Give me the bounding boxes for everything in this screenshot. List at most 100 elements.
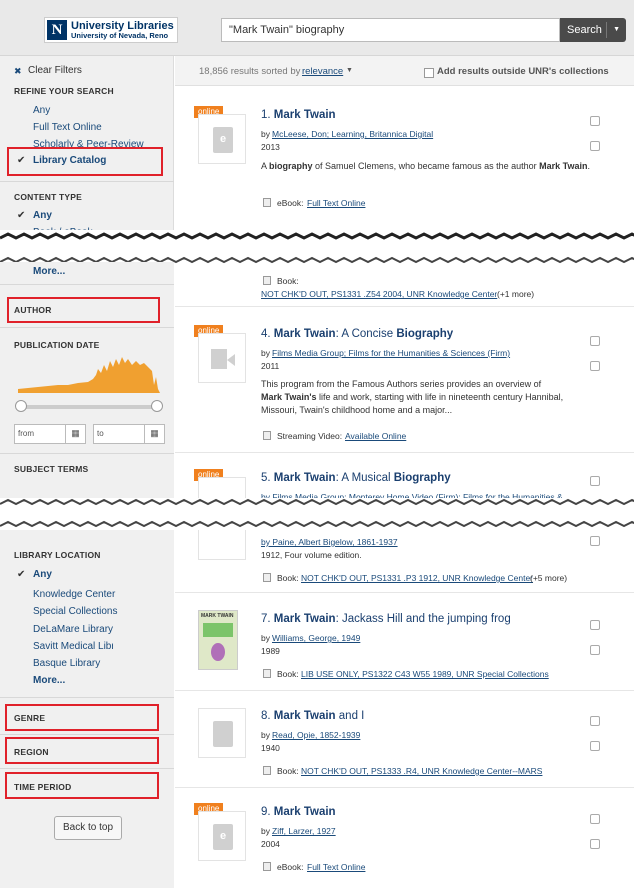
search-button[interactable]: Search ▼: [560, 18, 626, 42]
holding-link[interactable]: NOT CHK'D OUT, PS1333 .R4, UNR Knowledge…: [301, 766, 542, 776]
location-basque[interactable]: Basque Library: [33, 658, 100, 669]
format-label: eBook:: [277, 198, 304, 208]
result-description-line-1: This program from the Famous Authors ser…: [261, 379, 542, 389]
to-date-placeholder: to: [97, 429, 104, 438]
result-divider: [175, 787, 634, 788]
ebook-cover[interactable]: e: [198, 811, 246, 861]
preview-icon[interactable]: [590, 116, 600, 126]
result-authors[interactable]: Williams, George, 1949: [272, 633, 360, 643]
location-any[interactable]: Any: [33, 569, 52, 580]
clear-filters-icon[interactable]: ✖: [14, 66, 22, 77]
cover-title: MARK TWAIN: [201, 613, 234, 619]
divider: [0, 734, 174, 735]
result-authors[interactable]: McLeese, Don; Learning, Britannica Digit…: [272, 129, 433, 139]
location-delamare[interactable]: DeLaMare Library: [33, 624, 113, 635]
result-description-line-3: Missouri, Twain's childhood home and a m…: [261, 405, 453, 415]
book-cover-image[interactable]: MARK TWAIN: [198, 610, 238, 670]
result-by-label: by: [261, 633, 270, 643]
video-cover[interactable]: [198, 333, 246, 383]
search-input[interactable]: "Mark Twain" biography: [221, 18, 560, 42]
results-toolbar: 18,856 results sorted by relevance ▼ Add…: [175, 56, 634, 86]
location-knowledge-center[interactable]: Knowledge Center: [33, 589, 115, 600]
search-options-caret-icon[interactable]: ▼: [613, 18, 620, 42]
preview-icon[interactable]: [590, 476, 600, 486]
logo-subtitle: University of Nevada, Reno: [71, 31, 169, 40]
content-type-more[interactable]: More...: [33, 266, 65, 277]
result-authors[interactable]: Read, Opie, 1852-1939: [272, 730, 360, 740]
from-date-field[interactable]: from ▦: [14, 424, 86, 444]
highlight-box-author: [7, 297, 160, 323]
divider: [0, 697, 174, 698]
ebook-icon: e: [219, 830, 227, 842]
preview-icon[interactable]: [590, 814, 600, 824]
location-special-collections[interactable]: Special Collections: [33, 606, 118, 617]
result-title-4[interactable]: 4. Mark Twain: A Concise Biography: [261, 328, 453, 340]
holding-link[interactable]: NOT CHK'D OUT, PS1331 .Z54 2004, UNR Kno…: [261, 289, 497, 299]
save-item-icon[interactable]: [590, 741, 600, 751]
refine-any[interactable]: Any: [33, 105, 50, 116]
result-title-9[interactable]: 9. Mark Twain: [261, 806, 336, 818]
holding-link[interactable]: LIB USE ONLY, PS1322 C43 W55 1989, UNR S…: [301, 669, 549, 679]
date-range-start-handle[interactable]: [15, 400, 27, 412]
result-title-1[interactable]: 1. Mark Twain: [261, 109, 336, 121]
ebook-icon: e: [219, 133, 227, 145]
preview-icon[interactable]: [590, 336, 600, 346]
back-to-top-button[interactable]: Back to top: [54, 816, 122, 840]
result-title-7[interactable]: 7. Mark Twain: Jackass Hill and the jump…: [261, 613, 511, 625]
library-logo[interactable]: N University Libraries University of Nev…: [44, 17, 178, 43]
result-description-line-2: Mark Twain's life and work, starting wit…: [261, 392, 564, 402]
result-title-8[interactable]: 8. Mark Twain and I: [261, 710, 364, 722]
format-label: Streaming Video:: [277, 431, 343, 441]
video-lens: [227, 354, 235, 366]
video-cover[interactable]: [198, 477, 246, 499]
divider: [0, 284, 174, 285]
result-title-5[interactable]: 5. Mark Twain: A Musical Biography: [261, 472, 451, 484]
result-by-label: by: [261, 129, 270, 139]
save-item-icon[interactable]: [590, 536, 600, 546]
result-authors[interactable]: by Paine, Albert Bigelow, 1861-1937: [261, 537, 398, 547]
book-format-icon: [263, 766, 271, 775]
format-label: Book:: [277, 276, 299, 286]
subject-terms-heading[interactable]: SUBJECT TERMS: [14, 464, 88, 474]
date-range-track[interactable]: [19, 405, 159, 409]
full-text-online-link[interactable]: Full Text Online: [307, 862, 365, 872]
location-savitt[interactable]: Savitt Medical Library: [33, 641, 113, 652]
result-year: 1912, Four volume edition.: [261, 550, 362, 560]
preview-icon[interactable]: [590, 716, 600, 726]
save-item-icon[interactable]: [590, 645, 600, 655]
content-type-any[interactable]: Any: [33, 210, 52, 221]
location-more[interactable]: More...: [33, 675, 65, 686]
clear-filters-link[interactable]: Clear Filters: [28, 65, 82, 76]
full-text-online-link[interactable]: Full Text Online: [307, 198, 365, 208]
divider: [0, 327, 174, 328]
calendar-icon[interactable]: ▦: [65, 424, 85, 444]
divider: [0, 181, 174, 182]
sort-dropdown[interactable]: relevance: [302, 66, 343, 77]
refine-full-text[interactable]: Full Text Online: [33, 122, 102, 133]
from-date-placeholder: from: [18, 429, 34, 438]
save-item-icon[interactable]: [590, 141, 600, 151]
divider: [0, 768, 174, 769]
calendar-icon[interactable]: ▦: [144, 424, 164, 444]
checkmark-icon: ✔: [17, 210, 26, 221]
library-location-heading: LIBRARY LOCATION: [14, 550, 101, 560]
result-year: 1940: [261, 743, 280, 753]
result-authors[interactable]: Films Media Group; Films for the Humanit…: [272, 348, 510, 358]
ebook-cover[interactable]: e: [198, 114, 246, 164]
content-type-heading: CONTENT TYPE: [14, 192, 83, 202]
save-item-icon[interactable]: [590, 361, 600, 371]
save-item-icon[interactable]: [590, 839, 600, 849]
preview-icon[interactable]: [590, 620, 600, 630]
book-cover[interactable]: [198, 708, 246, 758]
date-range-end-handle[interactable]: [151, 400, 163, 412]
outside-collections-label: Add results outside UNR's collections: [437, 66, 609, 77]
holding-link[interactable]: NOT CHK'D OUT, PS1331 .P3 1912, UNR Know…: [301, 573, 533, 583]
outside-collections-checkbox[interactable]: [424, 68, 434, 78]
highlight-box-region: [5, 737, 159, 764]
more-holdings: (+1 more): [497, 289, 535, 299]
result-divider: [175, 306, 634, 307]
to-date-field[interactable]: to ▦: [93, 424, 165, 444]
available-online-link[interactable]: Available Online: [345, 431, 406, 441]
result-authors[interactable]: Ziff, Larzer, 1927: [272, 826, 336, 836]
book-cover[interactable]: [198, 530, 246, 560]
